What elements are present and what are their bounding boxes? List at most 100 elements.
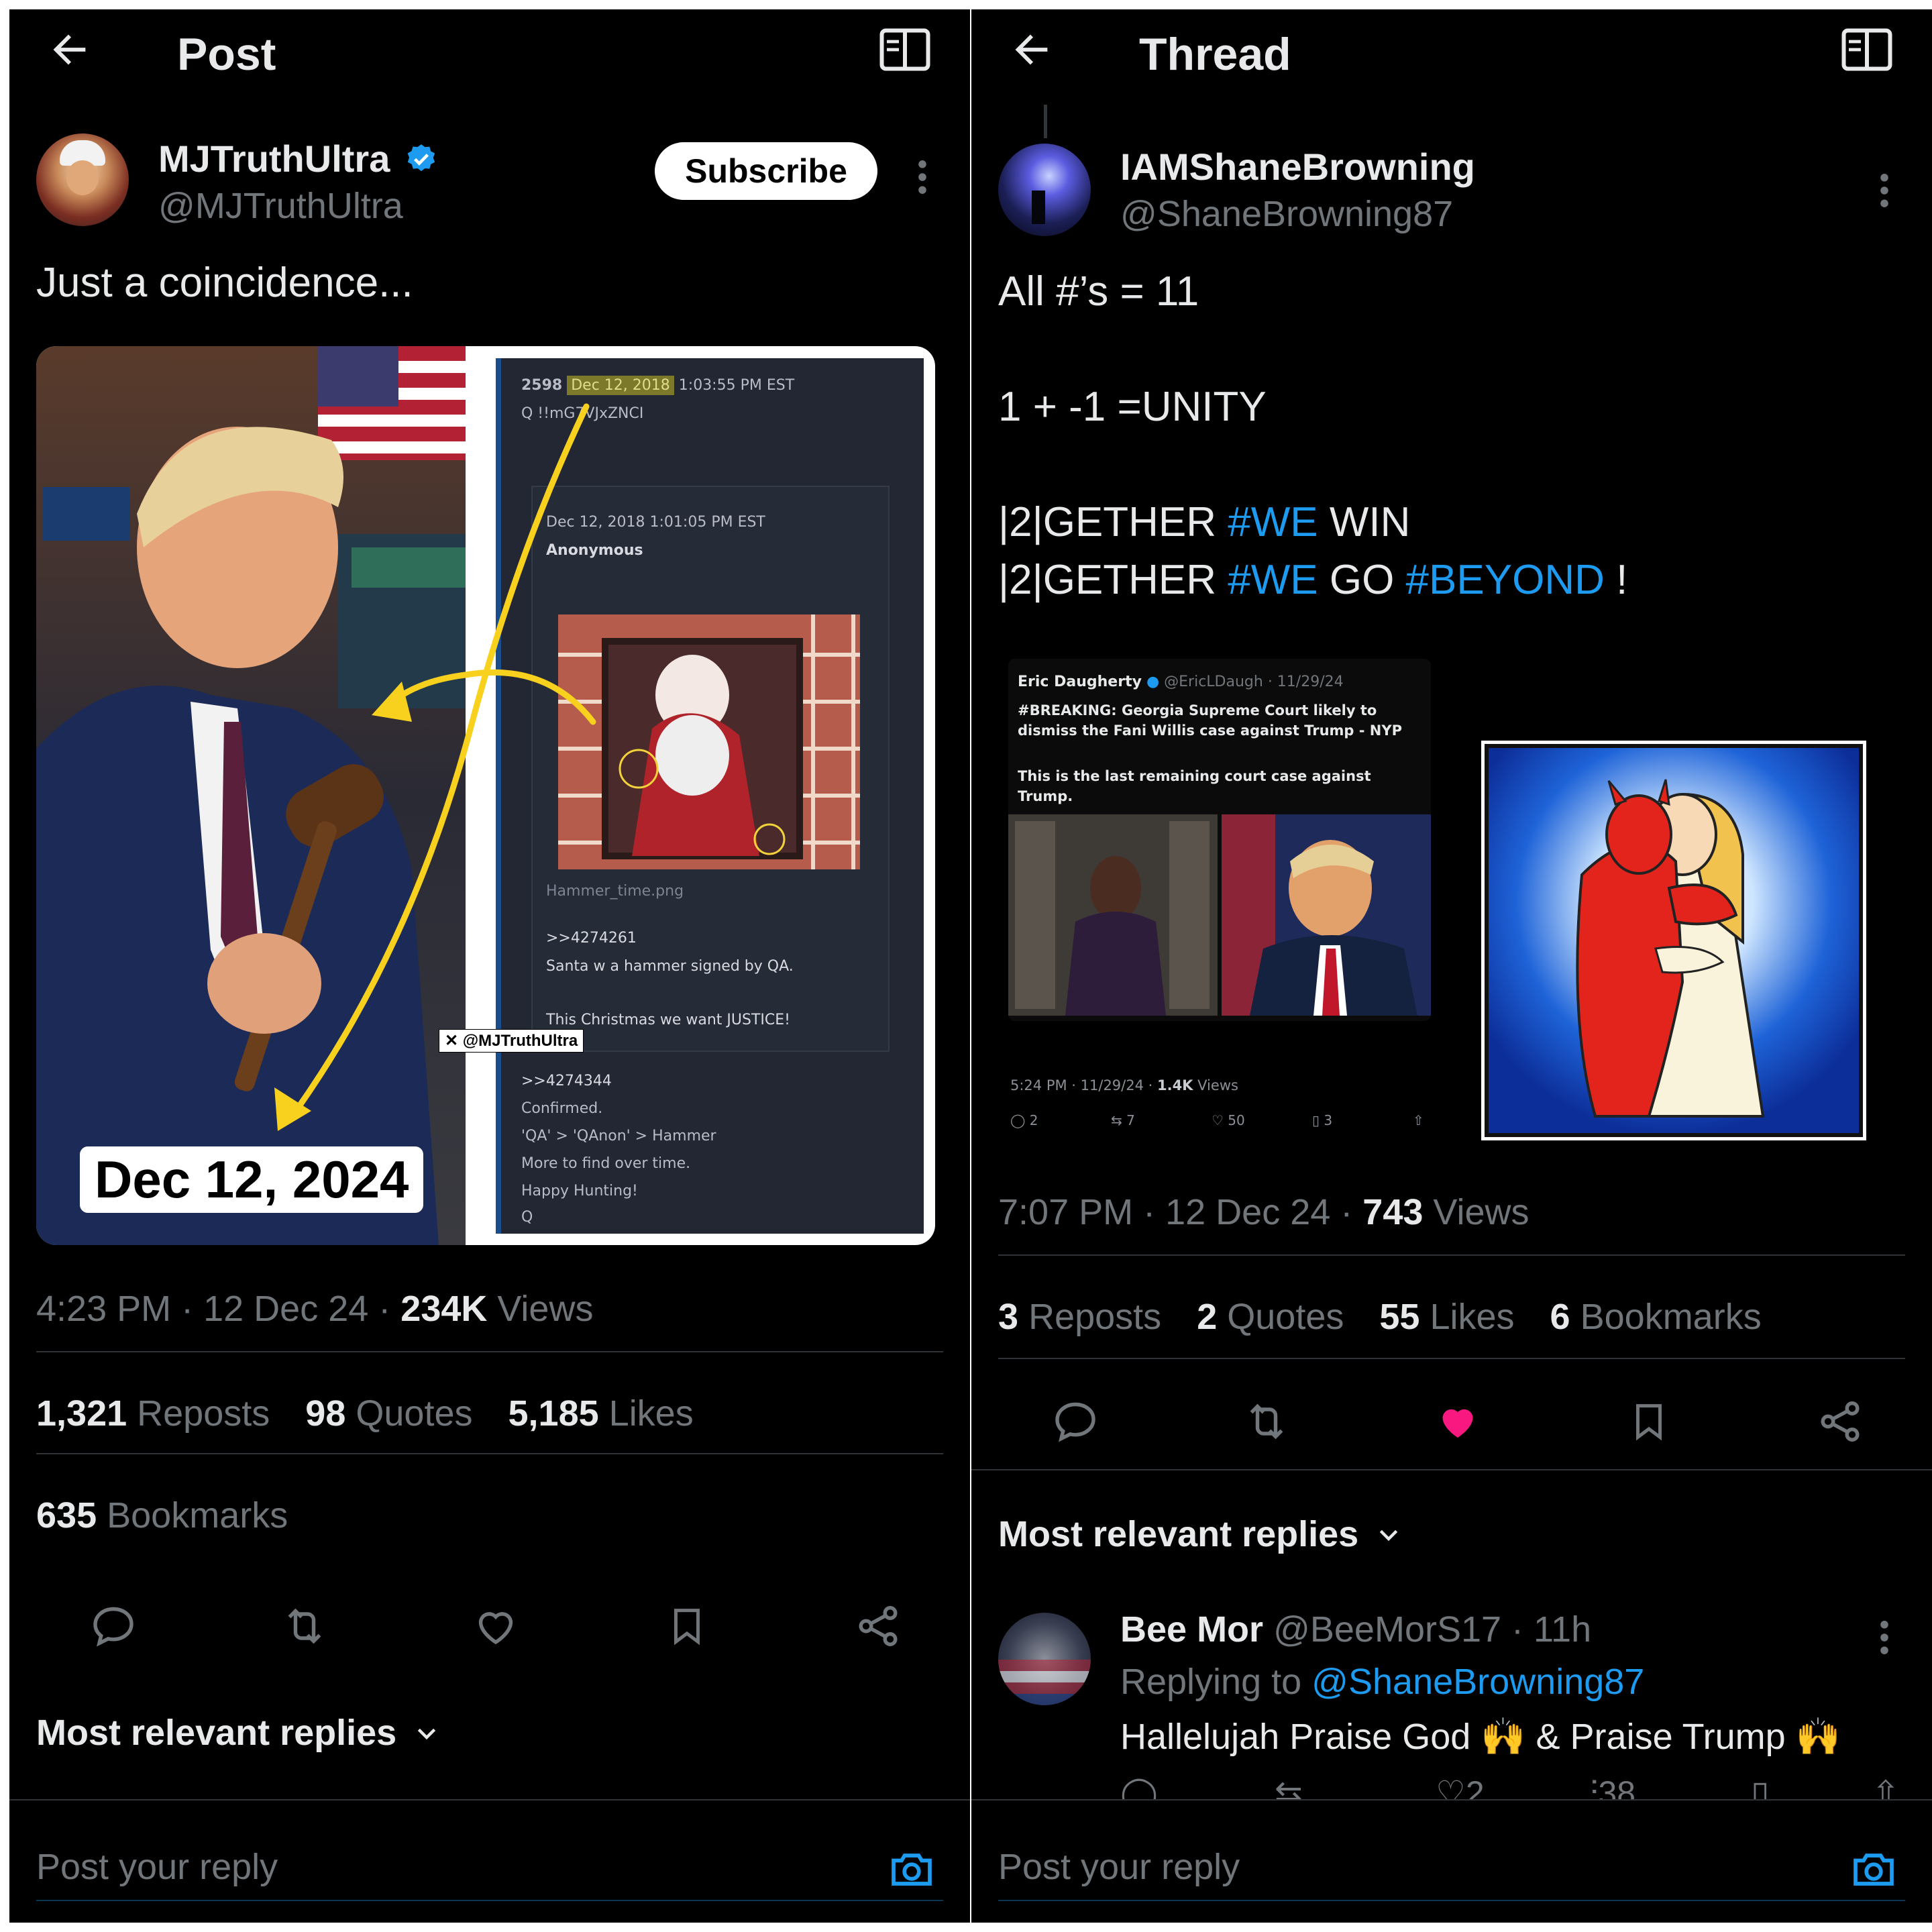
more-options-button[interactable] (1868, 167, 1901, 214)
chevron-down-icon (418, 1728, 436, 1740)
reply-avatar[interactable] (998, 1613, 1091, 1705)
repost-icon (288, 1608, 321, 1644)
subscribe-button[interactable]: Subscribe (655, 142, 877, 200)
share-icon (859, 1606, 898, 1646)
divider (998, 1254, 1905, 1256)
reply-author-name[interactable]: Bee Mor (1120, 1609, 1263, 1650)
embedded-post-image[interactable]: Eric Daugherty ● @EricLDaugh · 11/29/24 … (998, 653, 1441, 1150)
likes-stat[interactable]: 5,185 Likes (508, 1393, 694, 1434)
hashtag-link[interactable]: #WE (1228, 557, 1318, 603)
likes-stat[interactable]: 55 Likes (1379, 1297, 1514, 1337)
divider (971, 1469, 1932, 1470)
reposts-stat[interactable]: 1,321 Reposts (36, 1393, 270, 1434)
views-count: 234K (400, 1289, 488, 1329)
stats-row: 1,321 Reposts 98 Quotes 5,185 Likes (36, 1393, 694, 1434)
avatar[interactable] (36, 133, 129, 226)
embedded-subline: This is the last remaining court case ag… (1018, 768, 1371, 804)
bookmark-icon (674, 1609, 700, 1646)
reply-text: Hallelujah Praise God 🙌 & Praise Trump 🙌 (1120, 1717, 1841, 1757)
page-title: Thread (1139, 29, 1291, 80)
camera-icon (892, 1854, 932, 1886)
post-date: 12 Dec 24 (203, 1289, 369, 1329)
back-button[interactable] (1005, 23, 1059, 76)
camera-icon (1854, 1854, 1894, 1886)
date-overlay: Dec 12, 2024 (80, 1146, 424, 1213)
reply-button[interactable] (80, 1593, 147, 1660)
bookmarks-stat[interactable]: 635 Bookmarks (36, 1495, 288, 1536)
reply-icon (1055, 1402, 1095, 1442)
share-icon (1821, 1401, 1860, 1442)
back-arrow-icon (1015, 34, 1048, 65)
repost-icon (1250, 1403, 1283, 1440)
divider (36, 1351, 943, 1352)
more-icon (918, 160, 926, 194)
more-icon (1880, 1621, 1888, 1654)
more-options-button[interactable] (906, 154, 939, 201)
post-meta: 7:07 PM · 12 Dec 24 · 743 Views (998, 1192, 1529, 1232)
divider (36, 1453, 943, 1454)
author-handle[interactable]: @ShaneBrowning87 (1120, 193, 1453, 235)
post-text: Just a coincidence... (36, 260, 413, 306)
like-button[interactable] (1424, 1388, 1491, 1455)
replying-to-link[interactable]: @ShaneBrowning87 (1311, 1662, 1644, 1702)
reader-mode-button[interactable] (875, 23, 935, 76)
reply-author-handle[interactable]: @BeeMorS17 · 11h (1273, 1609, 1591, 1650)
repost-button[interactable] (271, 1593, 338, 1660)
embedded-footer: 5:24 PM · 11/29/24 · 1.4K Views (1010, 1077, 1238, 1093)
thread-line (1044, 105, 1047, 138)
camera-button[interactable] (1843, 1839, 1904, 1900)
embrace-image[interactable] (1481, 741, 1866, 1140)
divider (998, 1358, 1905, 1359)
reader-icon (1841, 28, 1892, 71)
post-text-line: |2|GETHER #WE WIN (998, 499, 1411, 545)
heart-icon (478, 1612, 513, 1645)
bookmark-button[interactable] (1615, 1388, 1682, 1455)
bookmark-button[interactable] (653, 1593, 720, 1660)
camera-button[interactable] (881, 1839, 942, 1900)
chevron-down-icon (1380, 1529, 1398, 1542)
author-name[interactable]: IAMShaneBrowning (1120, 145, 1475, 189)
reply-button[interactable] (1042, 1388, 1109, 1455)
embedded-author: Eric Daugherty (1018, 674, 1142, 690)
heart-icon (1442, 1409, 1473, 1438)
reply-more-button[interactable] (1868, 1614, 1901, 1661)
sort-replies-dropdown[interactable]: Most relevant replies (998, 1513, 1402, 1555)
reply-input[interactable]: Post your reply (36, 1846, 278, 1888)
yellow-arrows (274, 403, 596, 1131)
more-icon (1880, 174, 1888, 207)
post-text-line: |2|GETHER #WE GO #BEYOND ! (998, 557, 1628, 603)
reply-input[interactable]: Post your reply (998, 1846, 1240, 1888)
replying-to: Replying to @ShaneBrowning87 (1120, 1662, 1645, 1702)
share-button[interactable] (1807, 1388, 1874, 1455)
page-title: Post (177, 29, 276, 80)
sort-replies-dropdown[interactable]: Most relevant replies (36, 1712, 440, 1754)
like-button[interactable] (462, 1593, 529, 1660)
quotes-stat[interactable]: 98 Quotes (305, 1393, 472, 1434)
post-text-line: 1 + -1 =UNITY (998, 384, 1267, 430)
author-handle[interactable]: @MJTruthUltra (158, 185, 403, 227)
back-button[interactable] (43, 23, 97, 76)
hashtag-link[interactable]: #BEYOND (1406, 557, 1605, 603)
post-time: 4:23 PM (36, 1289, 172, 1329)
reply-underline (36, 1900, 943, 1901)
post-date: 12 Dec 24 (1165, 1192, 1331, 1232)
embedded-reply-count: ◯ 2 (1010, 1112, 1038, 1128)
views-label: Views (1433, 1192, 1529, 1232)
repost-button[interactable] (1233, 1388, 1300, 1455)
bookmarks-stat[interactable]: 6 Bookmarks (1550, 1297, 1762, 1337)
embedded-handle: @EricLDaugh · 11/29/24 (1164, 674, 1344, 690)
author-name[interactable]: MJTruthUltra (158, 137, 438, 180)
stats-row: 3 Reposts 2 Quotes 55 Likes 6 Bookmarks (998, 1296, 1762, 1338)
quotes-stat[interactable]: 2 Quotes (1197, 1297, 1344, 1337)
watermark: ✕ @MJTruthUltra (439, 1029, 584, 1053)
embedded-share-icon: ⇧ (1413, 1112, 1424, 1128)
reposts-stat[interactable]: 3 Reposts (998, 1297, 1161, 1337)
post-meta: 4:23 PM · 12 Dec 24 · 234K Views (36, 1289, 594, 1329)
left-post-panel: Post MJTruthUltra @MJTruthUltra Subscrib… (9, 9, 970, 1923)
reader-mode-button[interactable] (1837, 23, 1897, 76)
post-image[interactable]: 2598 Dec 12, 2018 1:03:55 PM EST Q !!mG7… (36, 346, 935, 1245)
bookmark-icon (1636, 1404, 1662, 1441)
hashtag-link[interactable]: #WE (1228, 499, 1318, 545)
avatar[interactable] (998, 144, 1091, 236)
share-button[interactable] (845, 1593, 912, 1660)
